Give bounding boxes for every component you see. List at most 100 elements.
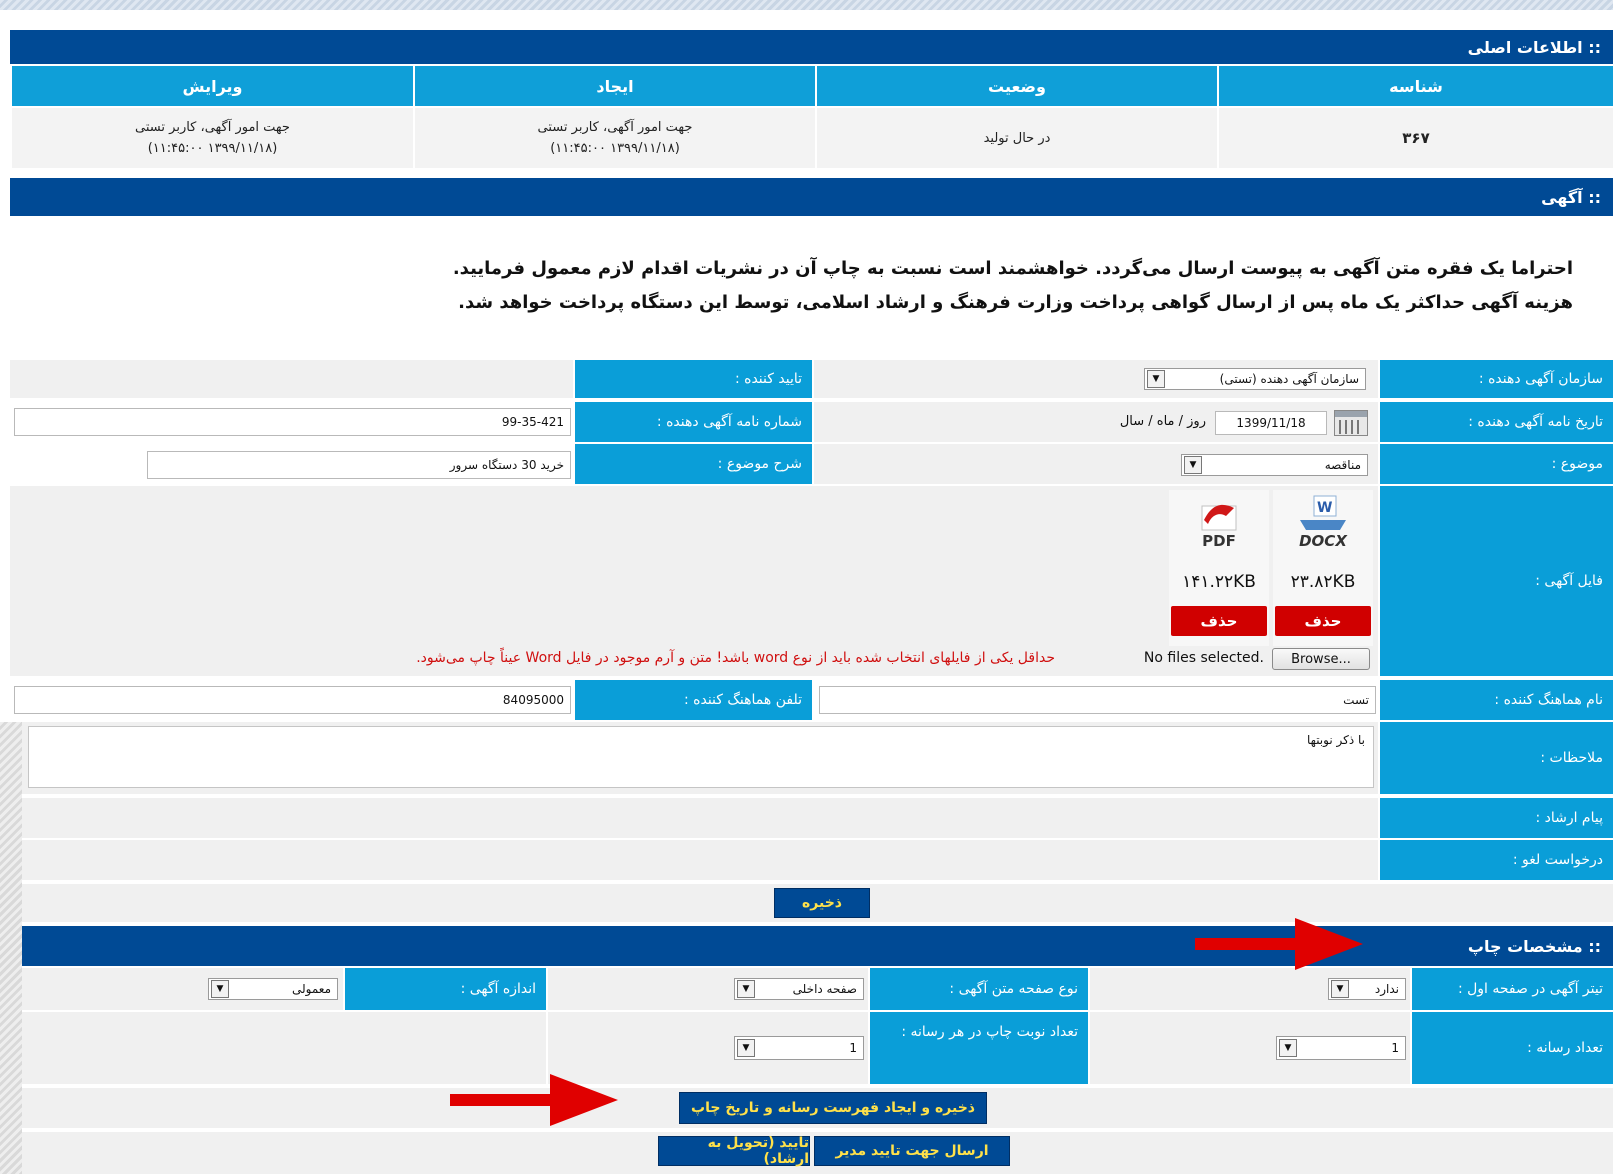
approver-cell	[10, 360, 573, 398]
coordinator-name-label: نام هماهنگ کننده :	[1380, 680, 1613, 720]
docx-type: DOCX	[1299, 532, 1347, 550]
chevron-down-icon: ▼	[1184, 456, 1202, 474]
file-warning-text: حداقل یکی از فایلهای انتخاب شده باید از …	[416, 650, 1055, 666]
media-count-cell: 1 ▼	[1090, 1012, 1410, 1084]
letter-number-label: شماره نامه آگهی دهنده :	[575, 402, 812, 442]
letter-date-cell: 1399/11/18 روز / ماه / سال	[814, 402, 1378, 442]
annotation-arrow-right-icon	[450, 1074, 618, 1126]
main-info-title: :: اطلاعات اصلی	[1467, 37, 1601, 57]
print-turns-label: تعداد نوبت چاپ در هر رسانه :	[870, 1012, 1088, 1084]
column-header-status: وضعیت	[815, 66, 1217, 106]
column-header-created: ایجاد	[413, 66, 815, 106]
letter-date-input[interactable]: 1399/11/18	[1215, 411, 1327, 435]
coordinator-name-input[interactable]: تست	[819, 686, 1376, 714]
subject-cell: مناقصه ▼	[814, 444, 1378, 484]
guidance-cell	[22, 798, 1378, 838]
chevron-down-icon: ▼	[737, 1039, 755, 1057]
letter-number-input[interactable]: 99-35-421	[14, 408, 571, 436]
column-header-edited: ویرایش	[10, 66, 413, 106]
main-info-header: :: اطلاعات اصلی	[10, 30, 1613, 64]
headline-value: ندارد	[1374, 982, 1399, 996]
headline-label: تیتر آگهی در صفحه اول :	[1412, 968, 1613, 1010]
ad-size-select[interactable]: معمولی ▼	[208, 978, 338, 1000]
print-turns-select[interactable]: 1 ▼	[734, 1036, 864, 1060]
browse-button[interactable]: Browse...	[1272, 648, 1370, 670]
created-at: (۱۳۹۹/۱۱/۱۸ ۱۱:۴۵:۰۰)	[550, 141, 680, 156]
save-media-list-button[interactable]: ذخیره و ایجاد فهرست رسانه و تاریخ چاپ	[679, 1092, 987, 1124]
cell-edited: جهت امور آگهی، کاربر تستی (۱۳۹۹/۱۱/۱۸ ۱۱…	[10, 108, 413, 168]
docx-size: ۲۳.۸۲KB	[1290, 572, 1356, 592]
page-type-select[interactable]: صفحه داخلی ▼	[734, 978, 864, 1000]
headline-select[interactable]: ندارد ▼	[1328, 978, 1406, 1000]
cell-status: در حال تولید	[815, 108, 1217, 168]
notes-cell: با ذکر نوبتها	[22, 722, 1378, 794]
chevron-down-icon: ▼	[1331, 980, 1349, 998]
save-media-row: ذخیره و ایجاد فهرست رسانه و تاریخ چاپ	[22, 1088, 1613, 1128]
created-by: جهت امور آگهی، کاربر تستی	[537, 120, 693, 135]
annotation-arrow-right-icon	[1195, 918, 1363, 970]
pdf-size: ۱۴۱.۲۲KB	[1182, 572, 1256, 592]
coordinator-phone-label: تلفن هماهنگ کننده :	[575, 680, 812, 720]
advertiser-org-select[interactable]: سازمان آگهی دهنده (تستی) ▼	[1144, 368, 1366, 390]
subject-label: موضوع :	[1380, 444, 1613, 484]
page-type-value: صفحه داخلی	[792, 982, 857, 996]
page-type-label: نوع صفحه متن آگهی :	[870, 968, 1088, 1010]
final-actions-row: ارسال جهت تایید مدیر تایید (تحویل به ارش…	[22, 1132, 1613, 1174]
advertiser-org-cell: سازمان آگهی دهنده (تستی) ▼	[814, 360, 1378, 398]
subject-value: مناقصه	[1324, 458, 1361, 472]
ad-header: :: آگهی	[10, 178, 1613, 216]
chevron-down-icon: ▼	[211, 980, 229, 998]
ad-title: :: آگهی	[1541, 187, 1601, 207]
column-header-id: شناسه	[1217, 66, 1613, 106]
ad-size-label: اندازه آگهی :	[345, 968, 546, 1010]
subject-desc-input[interactable]: خرید 30 دستگاه سرور	[147, 451, 571, 479]
send-manager-approval-button[interactable]: ارسال جهت تایید مدیر	[814, 1136, 1010, 1166]
notes-label: ملاحظات :	[1380, 722, 1613, 794]
cancel-request-cell	[22, 840, 1378, 880]
advertiser-org-label: سازمان آگهی دهنده :	[1380, 360, 1613, 398]
notice-line-1: احتراما یک فقره متن آگهی به پیوست ارسال …	[452, 258, 1573, 279]
svg-text:W: W	[1317, 500, 1332, 516]
file-cell: W DOCX ۲۳.۸۲KB حذف PDF ۱۴۱.۲۲KB حذف Brow…	[10, 486, 1378, 676]
guidance-label: پیام ارشاد :	[1380, 798, 1613, 838]
print-turns-value: 1	[849, 1041, 857, 1055]
file-card-docx: W DOCX ۲۳.۸۲KB حذف	[1273, 490, 1373, 646]
ad-size-value: معمولی	[291, 982, 331, 996]
pdf-type: PDF	[1202, 532, 1236, 550]
approve-deliver-button[interactable]: تایید (تحویل به ارشاد)	[658, 1135, 810, 1167]
print-specs-title: :: مشخصات چاپ	[1467, 936, 1601, 956]
delete-pdf-button[interactable]: حذف	[1171, 606, 1267, 636]
cancel-request-label: درخواست لغو :	[1380, 840, 1613, 880]
chevron-down-icon: ▼	[1279, 1039, 1297, 1057]
advertiser-org-value: سازمان آگهی دهنده (تستی)	[1219, 372, 1359, 386]
top-pattern-strip	[0, 0, 1613, 10]
media-count-value: 1	[1391, 1041, 1399, 1055]
save-row: ذخیره	[22, 884, 1613, 922]
file-card-pdf: PDF ۱۴۱.۲۲KB حذف	[1169, 490, 1269, 646]
notes-textarea[interactable]: با ذکر نوبتها	[28, 726, 1374, 788]
notice-line-2: هزینه آگهی حداکثر یک ماه پس از ارسال گوا…	[458, 292, 1573, 313]
cell-id: ۳۶۷	[1217, 108, 1613, 168]
coordinator-phone-input[interactable]: 84095000	[14, 686, 571, 714]
edited-by: جهت امور آگهی، کاربر تستی	[135, 120, 290, 135]
calendar-icon[interactable]	[1334, 410, 1368, 436]
headline-cell: ندارد ▼	[1090, 968, 1410, 1010]
page-type-cell: صفحه داخلی ▼	[548, 968, 868, 1010]
chevron-down-icon: ▼	[737, 980, 755, 998]
edited-at: (۱۳۹۹/۱۱/۱۸ ۱۱:۴۵:۰۰)	[147, 141, 278, 156]
subject-select[interactable]: مناقصه ▼	[1181, 454, 1368, 476]
date-format-hint: روز / ماه / سال	[1119, 414, 1206, 429]
chevron-down-icon: ▼	[1147, 370, 1165, 388]
media-count-select[interactable]: 1 ▼	[1276, 1036, 1406, 1060]
file-label: فایل آگهی :	[1380, 486, 1613, 676]
ad-notice: احتراما یک فقره متن آگهی به پیوست ارسال …	[20, 252, 1573, 320]
print-specs-header: :: مشخصات چاپ	[22, 926, 1613, 966]
media-count-label: تعداد رسانه :	[1412, 1012, 1613, 1084]
subject-desc-label: شرح موضوع :	[575, 444, 812, 484]
approver-label: تایید کننده :	[575, 360, 812, 398]
left-pattern-strip	[0, 722, 22, 1174]
delete-docx-button[interactable]: حذف	[1275, 606, 1371, 636]
letter-date-label: تاریخ نامه آگهی دهنده :	[1380, 402, 1613, 442]
save-button[interactable]: ذخیره	[774, 888, 870, 918]
ad-size-cell: معمولی ▼	[22, 968, 343, 1010]
